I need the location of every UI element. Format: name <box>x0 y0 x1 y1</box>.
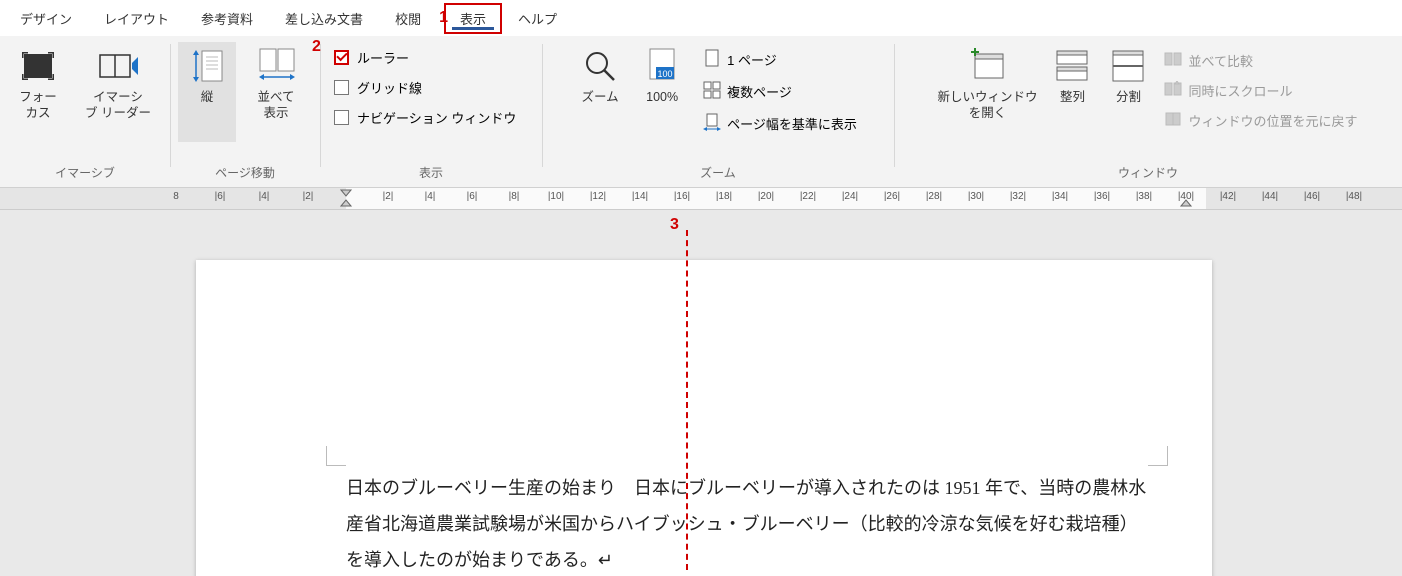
hundred-percent-button[interactable]: 100 100% <box>633 42 691 142</box>
tab-layout[interactable]: レイアウト <box>88 3 185 34</box>
compare-icon <box>1164 51 1182 70</box>
hundred-percent-icon: 100 <box>642 46 682 86</box>
focus-button[interactable]: フォー カス <box>7 42 69 142</box>
ruler-label: ルーラー <box>357 48 409 67</box>
vertical-page-icon <box>187 46 227 86</box>
group-immersive-label: イマーシブ <box>55 162 115 185</box>
immersive-reader-label: イマーシ ブ リーダー <box>85 90 151 121</box>
hundred-percent-label: 100% <box>646 90 678 106</box>
sidebyside-icon <box>256 46 296 86</box>
group-zoom-label: ズーム <box>700 162 736 185</box>
gridlines-label: グリッド線 <box>357 78 422 97</box>
group-pagemove: 縦 並べて 表示 ページ移動 <box>170 36 320 187</box>
reset-pos-icon <box>1164 111 1182 130</box>
checkbox-icon <box>334 110 349 125</box>
ruler-checkbox[interactable]: ルーラー <box>326 42 524 72</box>
new-window-button[interactable]: 新しいウィンドウ を開く <box>932 42 1042 142</box>
annotation-guideline <box>686 230 688 570</box>
document-body-text[interactable]: 日本のブルーベリー生産の始まり 日本にブルーベリーが導入されたのは 1951 年… <box>346 470 1148 576</box>
svg-text:100: 100 <box>658 69 673 79</box>
group-immersive: フォー カス イマーシ ブ リーダー イマーシブ <box>0 36 170 187</box>
page: 日本のブルーベリー生産の始まり 日本にブルーベリーが導入されたのは 1951 年… <box>196 260 1212 576</box>
sidebyside-label: 並べて 表示 <box>257 90 294 121</box>
navpane-label: ナビゲーション ウィンドウ <box>357 108 516 127</box>
group-show-label: 表示 <box>419 162 443 185</box>
magnifier-icon <box>580 46 620 86</box>
tab-help[interactable]: ヘルプ <box>502 3 573 34</box>
arrange-icon <box>1052 46 1092 86</box>
focus-label: フォー カス <box>19 90 57 121</box>
annotation-3: 3 <box>670 216 679 234</box>
vertical-label: 縦 <box>201 90 214 106</box>
tab-mailings[interactable]: 差し込み文書 <box>269 3 379 34</box>
annotation-1: 1 <box>439 9 448 27</box>
multi-page-label: 複数ページ <box>727 82 792 101</box>
sync-scroll-button: 同時にスクロール <box>1158 76 1363 104</box>
zoom-button[interactable]: ズーム <box>571 42 629 142</box>
margin-corner-icon <box>326 446 346 466</box>
vertical-button[interactable]: 縦 <box>178 42 236 142</box>
one-page-icon <box>703 49 721 70</box>
arrange-label: 整列 <box>1060 90 1085 106</box>
focus-icon <box>18 46 58 86</box>
view-side-by-side-button: 並べて比較 <box>1158 46 1363 74</box>
annotation-2: 2 <box>312 38 321 56</box>
split-button[interactable]: 分割 <box>1102 42 1154 142</box>
sync-scroll-icon <box>1164 81 1182 100</box>
gridlines-checkbox[interactable]: グリッド線 <box>326 72 524 102</box>
arrange-all-button[interactable]: 整列 <box>1046 42 1098 142</box>
new-window-icon <box>967 46 1007 86</box>
immersive-reader-button[interactable]: イマーシ ブ リーダー <box>73 42 163 142</box>
ribbon-tabs: デザイン レイアウト 参考資料 差し込み文書 校閲 1 表示 ヘルプ <box>0 0 1402 36</box>
compare-label: 並べて比較 <box>1188 51 1252 70</box>
page-width-label: ページ幅を基準に表示 <box>727 114 857 133</box>
group-zoom: ズーム 100 100% 1 ページ 複数ページ ページ <box>542 36 894 187</box>
navpane-checkbox[interactable]: ナビゲーション ウィンドウ <box>326 102 524 132</box>
page-width-icon <box>703 113 721 134</box>
reset-window-pos-button: ウィンドウの位置を元に戻す <box>1158 106 1363 134</box>
ribbon: フォー カス イマーシ ブ リーダー イマーシブ 縦 <box>0 36 1402 188</box>
new-window-label: 新しいウィンドウ を開く <box>937 90 1037 121</box>
horizontal-ruler[interactable]: 8|6||4||2||2||4||6||8||10||12||14||16||1… <box>0 188 1402 210</box>
zoom-label: ズーム <box>582 90 619 106</box>
tab-view[interactable]: 表示 <box>444 3 502 34</box>
tab-references[interactable]: 参考資料 <box>185 3 269 34</box>
group-pagemove-label: ページ移動 <box>215 162 275 185</box>
page-width-button[interactable]: ページ幅を基準に表示 <box>695 108 865 138</box>
split-label: 分割 <box>1116 90 1141 106</box>
one-page-label: 1 ページ <box>727 50 777 69</box>
reset-pos-label: ウィンドウの位置を元に戻す <box>1188 111 1357 130</box>
checkbox-icon <box>334 80 349 95</box>
sync-scroll-label: 同時にスクロール <box>1188 81 1292 100</box>
multi-page-button[interactable]: 複数ページ <box>695 76 865 106</box>
book-speaker-icon <box>98 46 138 86</box>
group-show: 2 ルーラー グリッド線 ナビゲーション ウィンドウ 表示 <box>320 36 542 187</box>
margin-corner-icon <box>1148 446 1168 466</box>
tab-review[interactable]: 校閲 <box>379 3 437 34</box>
multi-page-icon <box>703 81 721 102</box>
group-window-label: ウィンドウ <box>1118 162 1178 185</box>
tab-design[interactable]: デザイン <box>4 3 88 34</box>
sidebyside-button[interactable]: 並べて 表示 <box>240 42 312 142</box>
group-window: 新しいウィンドウ を開く 整列 分割 並べて比較 <box>894 36 1402 187</box>
checkbox-checked-icon <box>334 50 349 65</box>
one-page-button[interactable]: 1 ページ <box>695 44 865 74</box>
document-canvas[interactable]: 3 日本のブルーベリー生産の始まり 日本にブルーベリーが導入されたのは 1951… <box>0 210 1402 576</box>
split-icon <box>1108 46 1148 86</box>
